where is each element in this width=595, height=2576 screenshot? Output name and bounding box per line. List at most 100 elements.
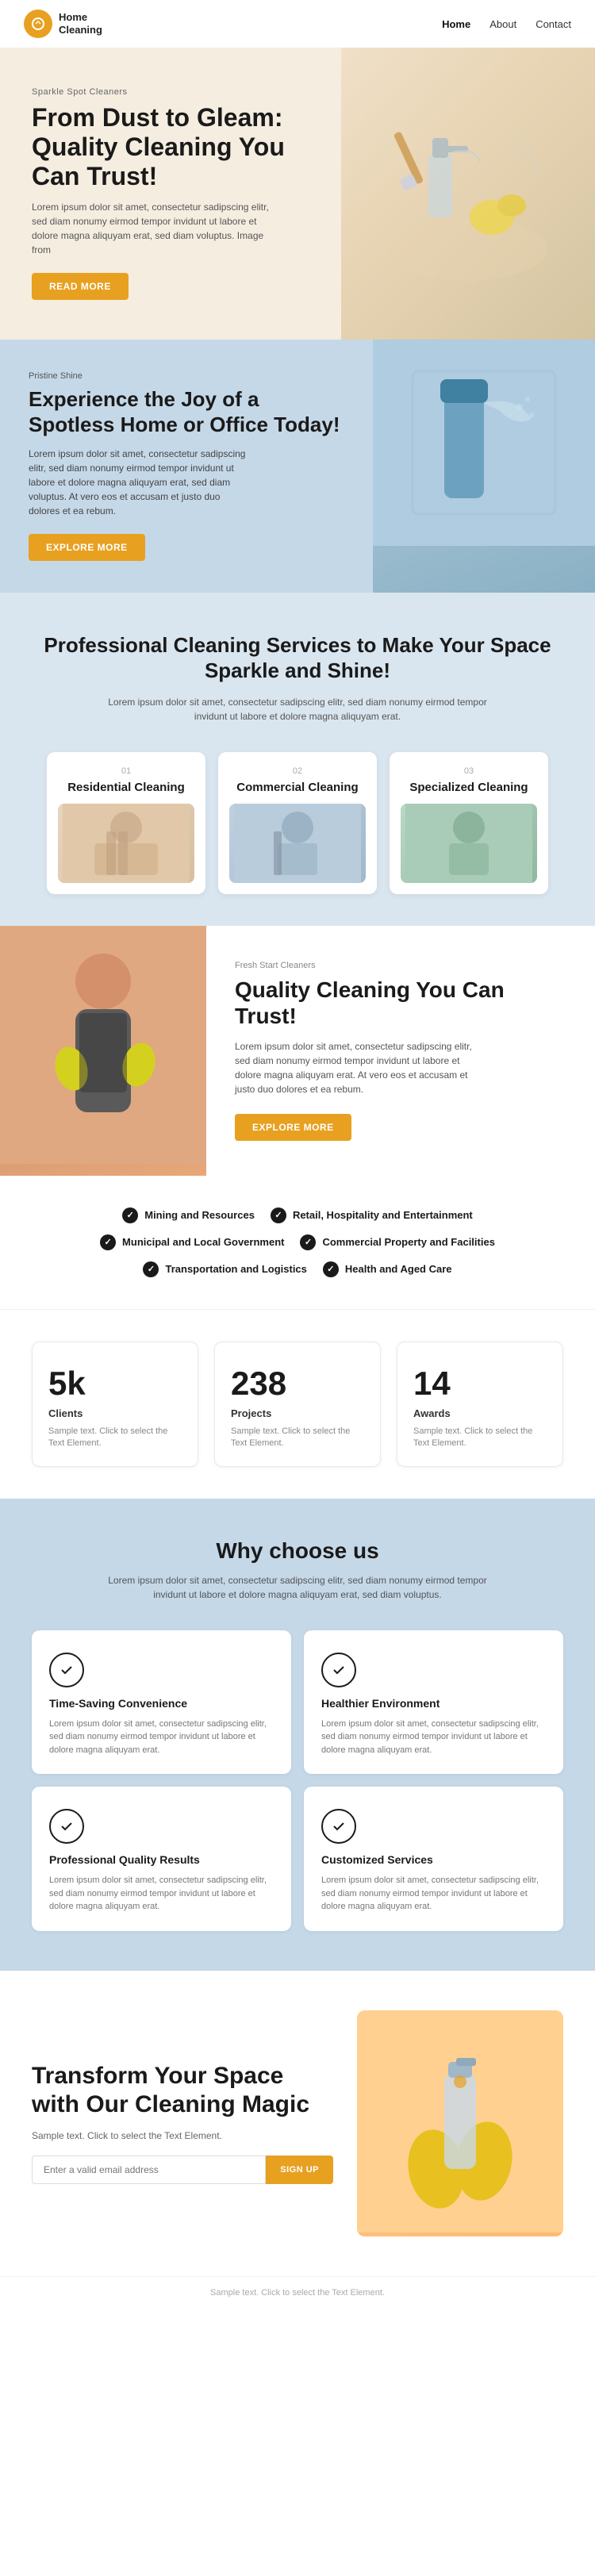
feature-healthier: Healthier Environment Lorem ipsum dolor … xyxy=(304,1630,563,1775)
hero-cta-button[interactable]: READ MORE xyxy=(32,273,129,300)
badge-icon-transport: ✓ xyxy=(143,1261,159,1277)
badge-health: ✓ Health and Aged Care xyxy=(323,1261,452,1277)
nav-contact[interactable]: Contact xyxy=(536,18,571,30)
feature-time-saving: Time-Saving Convenience Lorem ipsum dolo… xyxy=(32,1630,291,1775)
cta-image xyxy=(357,2010,563,2236)
section2-subtitle: Pristine Shine xyxy=(29,371,344,381)
subscribe-button[interactable]: SIGN UP xyxy=(266,2156,333,2184)
card-title-2: Specialized Cleaning xyxy=(401,781,537,794)
section4-quality: Fresh Start Cleaners Quality Cleaning Yo… xyxy=(0,926,595,1176)
logo: HomeCleaning xyxy=(24,10,102,38)
card-img-residential xyxy=(58,804,194,883)
section2-cta-button[interactable]: EXPLORE MORE xyxy=(29,534,145,561)
badge-transport: ✓ Transportation and Logistics xyxy=(143,1261,306,1277)
feature-desc-0: Lorem ipsum dolor sit amet, consectetur … xyxy=(49,1718,274,1757)
stats-row: 5k Clients Sample text. Click to select … xyxy=(32,1342,563,1467)
stat-desc-clients: Sample text. Click to select the Text El… xyxy=(48,1426,182,1450)
cta-text: Transform Your Space with Our Cleaning M… xyxy=(32,2062,333,2184)
badge-label-retail: Retail, Hospitality and Entertainment xyxy=(293,1209,473,1221)
card-num-2: 03 xyxy=(401,766,537,776)
hero-section: Sparkle Spot Cleaners From Dust to Gleam… xyxy=(0,48,595,340)
feature-customized: Customized Services Lorem ipsum dolor si… xyxy=(304,1787,563,1931)
check-icon-2 xyxy=(49,1809,84,1844)
feature-professional: Professional Quality Results Lorem ipsum… xyxy=(32,1787,291,1931)
section2-img-inner xyxy=(373,340,595,592)
email-input[interactable] xyxy=(32,2156,266,2184)
section2-title: Experience the Joy of a Spotless Home or… xyxy=(29,387,344,436)
section7-header: Why choose us Lorem ipsum dolor sit amet… xyxy=(32,1538,563,1602)
why-choose-section: Why choose us Lorem ipsum dolor sit amet… xyxy=(0,1499,595,1971)
stat-desc-projects: Sample text. Click to select the Text El… xyxy=(231,1426,364,1450)
stat-projects: 238 Projects Sample text. Click to selec… xyxy=(214,1342,381,1467)
badge-mining: ✓ Mining and Resources xyxy=(122,1207,255,1223)
section3-title: Professional Cleaning Services to Make Y… xyxy=(32,632,563,684)
badge-icon-municipal: ✓ xyxy=(100,1234,116,1250)
section4-text: Fresh Start Cleaners Quality Cleaning Yo… xyxy=(206,926,595,1176)
section4-body: Lorem ipsum dolor sit amet, consectetur … xyxy=(235,1039,489,1096)
badges-grid: ✓ Mining and Resources ✓ Retail, Hospita… xyxy=(40,1207,555,1277)
feature-desc-3: Lorem ipsum dolor sit amet, consectetur … xyxy=(321,1874,546,1914)
badge-icon-commercial-property: ✓ xyxy=(300,1234,316,1250)
hero-text-block: Sparkle Spot Cleaners From Dust to Gleam… xyxy=(32,87,317,300)
stat-label-clients: Clients xyxy=(48,1407,182,1419)
badge-label-municipal: Municipal and Local Government xyxy=(122,1236,284,1248)
section4-image xyxy=(0,926,206,1176)
hero-subtitle: Sparkle Spot Cleaners xyxy=(32,87,317,97)
badges-row-1: ✓ Mining and Resources ✓ Retail, Hospita… xyxy=(122,1207,473,1223)
section4-subtitle: Fresh Start Cleaners xyxy=(235,961,566,970)
features-grid: Time-Saving Convenience Lorem ipsum dolo… xyxy=(32,1630,563,1931)
feature-title-0: Time-Saving Convenience xyxy=(49,1697,274,1710)
cta-title: Transform Your Space with Our Cleaning M… xyxy=(32,2062,333,2119)
section2-body: Lorem ipsum dolor sit amet, consectetur … xyxy=(29,447,251,518)
card-img-commercial xyxy=(229,804,366,883)
badges-row-2: ✓ Municipal and Local Government ✓ Comme… xyxy=(100,1234,495,1250)
badge-retail: ✓ Retail, Hospitality and Entertainment xyxy=(271,1207,473,1223)
feature-title-2: Professional Quality Results xyxy=(49,1853,274,1866)
stat-clients: 5k Clients Sample text. Click to select … xyxy=(32,1342,198,1467)
service-cards-row: 01 Residential Cleaning 02 Commercial Cl… xyxy=(32,752,563,894)
badges-section: ✓ Mining and Resources ✓ Retail, Hospita… xyxy=(0,1176,595,1309)
nav-home[interactable]: Home xyxy=(442,18,470,30)
cta-img-inner xyxy=(357,2010,563,2236)
footer-note: Sample text. Click to select the Text El… xyxy=(32,2288,563,2298)
section2-image xyxy=(373,340,595,592)
check-icon-3 xyxy=(321,1809,356,1844)
feature-desc-2: Lorem ipsum dolor sit amet, consectetur … xyxy=(49,1874,274,1914)
logo-text: HomeCleaning xyxy=(59,11,102,36)
cta-subtitle: Sample text. Click to select the Text El… xyxy=(32,2130,333,2141)
card-img-specialized xyxy=(401,804,537,883)
check-icon-0 xyxy=(49,1653,84,1687)
section2: Pristine Shine Experience the Joy of a S… xyxy=(0,340,595,592)
badge-label-mining: Mining and Resources xyxy=(144,1209,255,1221)
card-title-1: Commercial Cleaning xyxy=(229,781,366,794)
section2-text: Pristine Shine Experience the Joy of a S… xyxy=(0,340,373,592)
email-signup-row: SIGN UP xyxy=(32,2156,333,2184)
stat-number-projects: 238 xyxy=(231,1365,364,1403)
service-card-commercial: 02 Commercial Cleaning xyxy=(218,752,377,894)
badge-icon-health: ✓ xyxy=(323,1261,339,1277)
badge-municipal: ✓ Municipal and Local Government xyxy=(100,1234,284,1250)
badge-label-commercial-property: Commercial Property and Facilities xyxy=(322,1236,494,1248)
badge-icon-retail: ✓ xyxy=(271,1207,286,1223)
section4-cta-button[interactable]: EXPLORE MORE xyxy=(235,1114,351,1141)
feature-title-1: Healthier Environment xyxy=(321,1697,546,1710)
stat-label-projects: Projects xyxy=(231,1407,364,1419)
feature-title-3: Customized Services xyxy=(321,1853,546,1866)
section7-body: Lorem ipsum dolor sit amet, consectetur … xyxy=(99,1573,496,1602)
badge-label-transport: Transportation and Logistics xyxy=(165,1263,306,1275)
nav-links: Home About Contact xyxy=(442,18,571,30)
logo-icon xyxy=(24,10,52,38)
stat-label-awards: Awards xyxy=(413,1407,547,1419)
hero-image-placeholder xyxy=(341,48,595,340)
footer: Sample text. Click to select the Text El… xyxy=(0,2276,595,2309)
nav-about[interactable]: About xyxy=(489,18,516,30)
check-icon-1 xyxy=(321,1653,356,1687)
card-num-0: 01 xyxy=(58,766,194,776)
badge-label-health: Health and Aged Care xyxy=(345,1263,452,1275)
badges-row-3: ✓ Transportation and Logistics ✓ Health … xyxy=(143,1261,451,1277)
feature-desc-1: Lorem ipsum dolor sit amet, consectetur … xyxy=(321,1718,546,1757)
stat-desc-awards: Sample text. Click to select the Text El… xyxy=(413,1426,547,1450)
cta-section: Transform Your Space with Our Cleaning M… xyxy=(0,1971,595,2276)
hero-image xyxy=(341,48,595,340)
card-title-0: Residential Cleaning xyxy=(58,781,194,794)
